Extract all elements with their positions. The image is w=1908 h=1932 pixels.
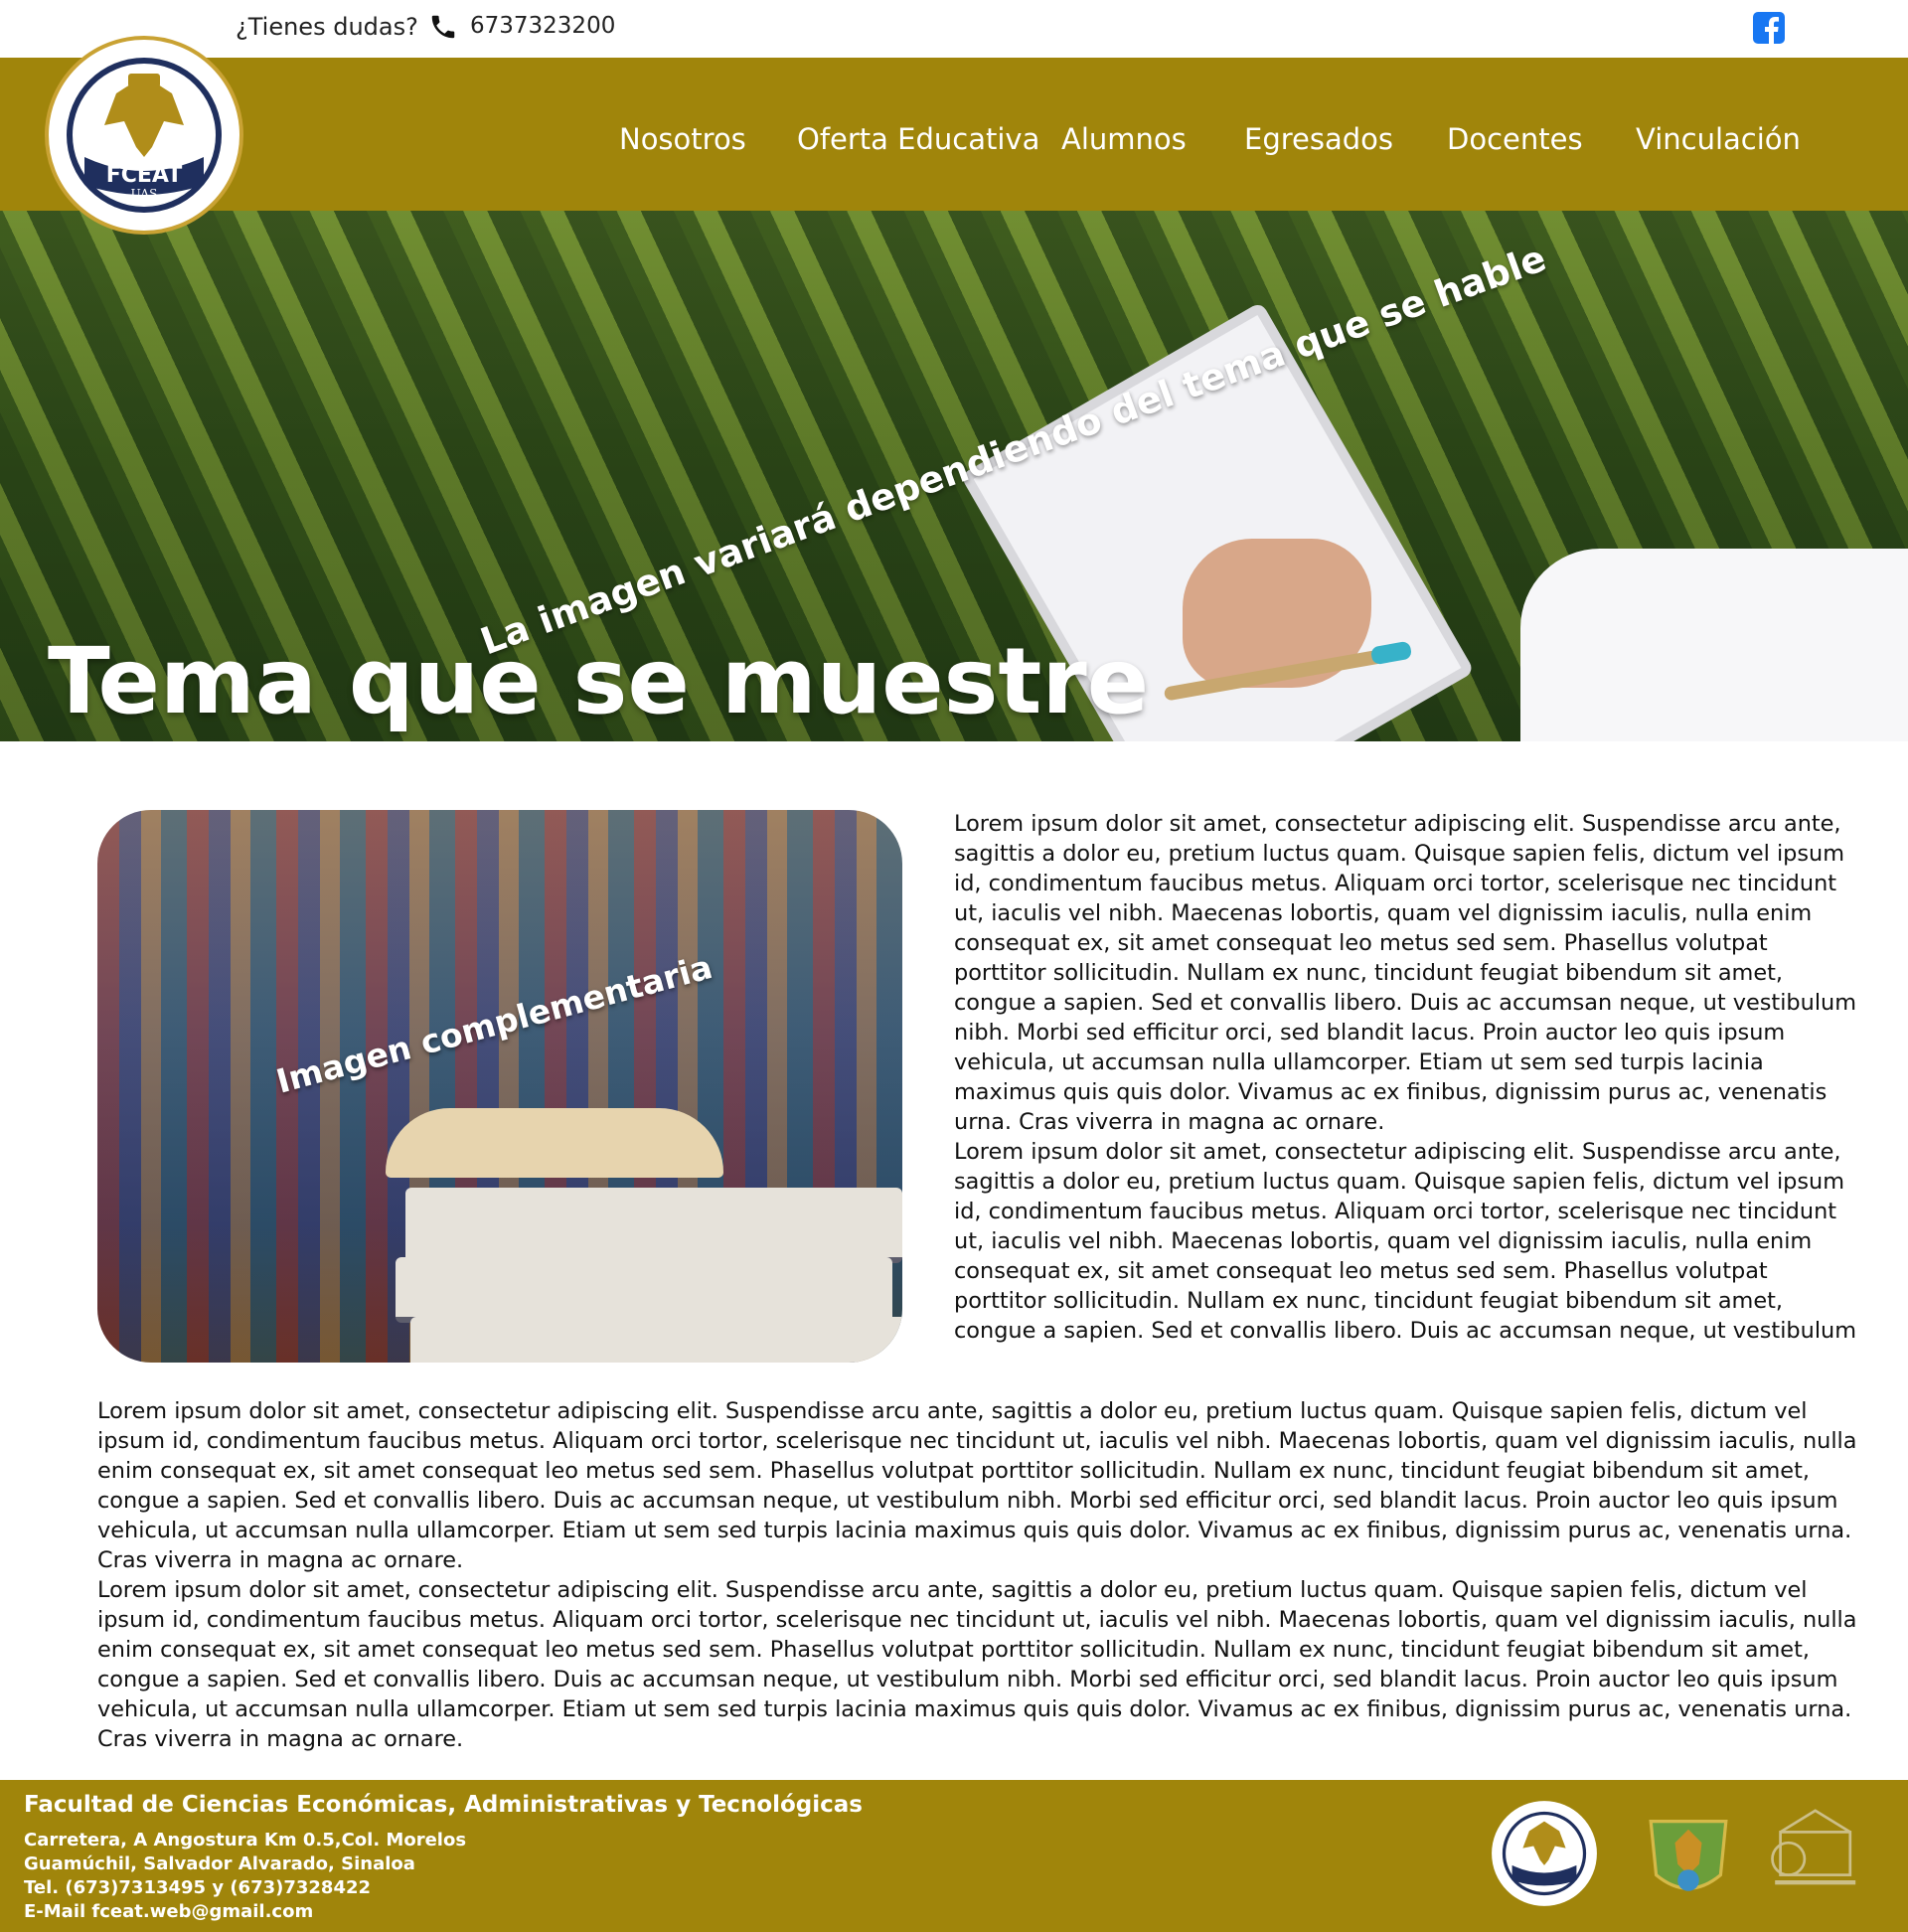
footer-institution-name: Facultad de Ciencias Económicas, Adminis… [24, 1792, 863, 1818]
phone-icon [431, 15, 455, 39]
footer-email[interactable]: E-Mail fceat.web@gmail.com [24, 1901, 313, 1922]
book-illustration [410, 1317, 902, 1363]
nav-oferta-educativa[interactable]: Oferta Educativa [797, 122, 1039, 156]
consolidacion-global-icon [1771, 1809, 1856, 1885]
footer-phone: Tel. (673)7313495 y (673)7328422 [24, 1877, 372, 1898]
sleeve-illustration [1520, 549, 1908, 741]
footer-address-line: Carretera, A Angostura Km 0.5,Col. Morel… [24, 1830, 467, 1851]
open-book-illustration [386, 1108, 723, 1178]
book-illustration [396, 1257, 892, 1323]
nav-alumnos[interactable]: Alumnos [1061, 122, 1187, 156]
full-width-text: Lorem ipsum dolor sit amet, consectetur … [97, 1396, 1866, 1754]
paragraph: Lorem ipsum dolor sit amet, consectetur … [97, 1398, 1857, 1573]
footer-address-line: Guamúchil, Salvador Alvarado, Sinaloa [24, 1853, 415, 1874]
book-illustration [405, 1188, 902, 1263]
university-seal-icon [1649, 1819, 1728, 1891]
fceat-logo[interactable]: FCEAT UAS [45, 36, 243, 235]
hero-banner: La imagen variará dependiendo del tema q… [0, 211, 1908, 741]
paragraph: Lorem ipsum dolor sit amet, consectetur … [954, 1139, 1857, 1344]
paragraph: Lorem ipsum dolor sit amet, consectetur … [97, 1577, 1857, 1752]
nav-egresados[interactable]: Egresados [1244, 122, 1393, 156]
svg-text:UAS: UAS [131, 187, 158, 201]
nav-vinculacion[interactable]: Vinculación [1636, 122, 1801, 156]
nav-nosotros[interactable]: Nosotros [619, 122, 746, 156]
svg-text:FCEAT: FCEAT [106, 163, 183, 188]
nav-docentes[interactable]: Docentes [1447, 122, 1583, 156]
right-column-text: Lorem ipsum dolor sit amet, consectetur … [954, 809, 1858, 1346]
phone-number[interactable]: 6737323200 [470, 13, 615, 39]
complementary-image-caption: Imagen complementaria [272, 947, 716, 1101]
hero-title: Tema que se muestre [48, 628, 1150, 734]
paragraph: Lorem ipsum dolor sit amet, consectetur … [954, 811, 1857, 1135]
footer: Facultad de Ciencias Económicas, Adminis… [0, 1780, 1908, 1932]
top-contact-bar: ¿Tienes dudas? 6737323200 [0, 0, 1908, 58]
questions-label: ¿Tienes dudas? [236, 13, 418, 41]
fceat-footer-logo [1492, 1801, 1597, 1906]
facebook-icon[interactable] [1753, 12, 1785, 44]
complementary-image: Imagen complementaria [97, 810, 902, 1363]
